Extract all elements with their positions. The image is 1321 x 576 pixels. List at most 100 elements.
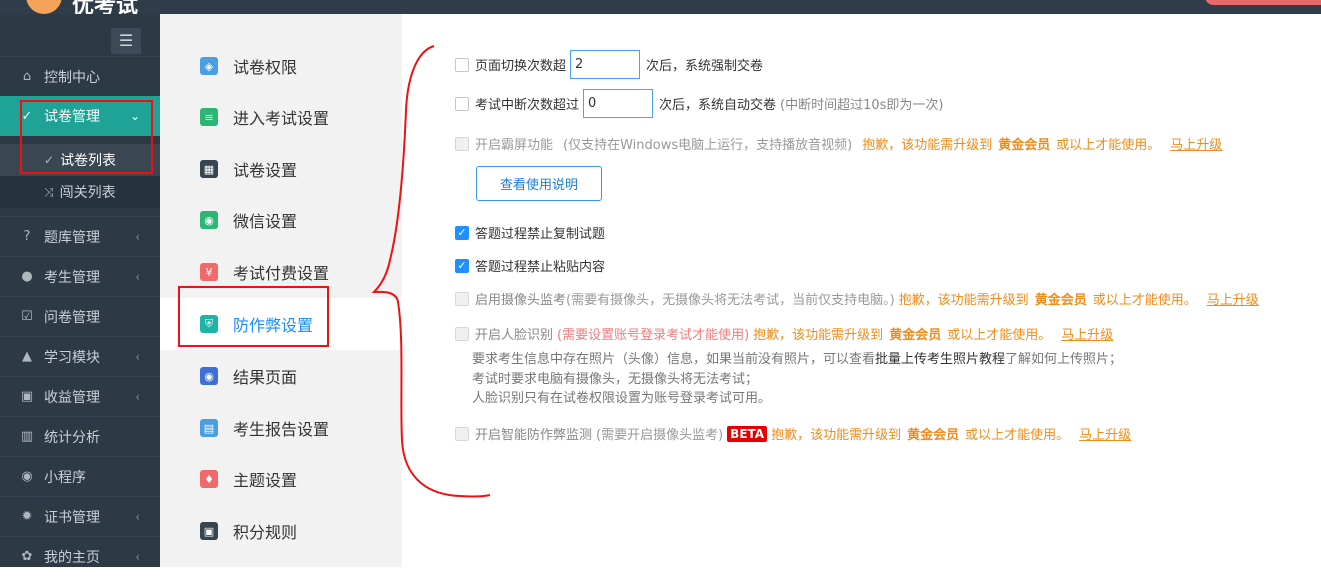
tab-label: 试卷权限 xyxy=(233,58,298,77)
sidebar-item-mini-program[interactable]: ◉ 小程序 xyxy=(0,456,160,496)
sidebar-item-label: 问卷管理 xyxy=(44,309,100,326)
upload-photo-tutorial-link[interactable]: 批量上传考生照片教程 xyxy=(875,352,1005,367)
upgrade-tier: 黄金会员 xyxy=(907,428,960,443)
face-recognition-row: 开启人脸识别 (需要设置账号登录考试才能使用) 抱歉，该功能需升级到 黄金会员 … xyxy=(455,324,1113,343)
beta-badge: BETA xyxy=(727,425,768,442)
home-icon: ⌂ xyxy=(22,69,32,84)
shuffle-icon: ⤨ xyxy=(44,184,54,199)
sidebar-item-revenue[interactable]: ▣ 收益管理 ‹ xyxy=(0,376,160,416)
tab-label: 进入考试设置 xyxy=(233,109,330,128)
sidebar-item-label: 收益管理 xyxy=(44,389,100,406)
chevron-left-icon: ‹ xyxy=(135,269,140,284)
fullscreen-note: (仅支持在Windows电脑上运行，支持播放音视频) xyxy=(563,138,853,153)
upgrade-sorry-text: 抱歉，该功能需升级到 xyxy=(771,428,902,443)
wechat-icon: ◉ xyxy=(21,469,33,484)
tab-label: 考试付费设置 xyxy=(233,264,330,283)
page-switch-suffix: 次后，系统强制交卷 xyxy=(646,59,764,74)
sidebar-item-label: 题库管理 xyxy=(44,229,100,246)
upgrade-link[interactable]: 马上升级 xyxy=(1207,289,1259,308)
face-note-text: 要求考生信息中存在照片（头像）信息，如果当前没有照片，可以查看 xyxy=(472,352,876,367)
checkbox-icon: ☑ xyxy=(21,309,33,324)
sidebar-item-learning[interactable]: ▲ 学习模块 ‹ xyxy=(0,336,160,376)
shirt-icon: ♦ xyxy=(200,470,218,488)
chevron-left-icon: ‹ xyxy=(135,349,140,364)
annotation-brace xyxy=(371,45,491,498)
upgrade-tail: 或以上才能使用。 xyxy=(1056,138,1161,153)
tab-label: 积分规则 xyxy=(233,523,298,542)
doc-icon: ≡ xyxy=(200,108,218,126)
face-recognition-note: (需要设置账号登录考试才能使用) xyxy=(557,328,750,343)
camera-row: 启用摄像头监考 (需要有摄像头，无摄像头将无法考试，当前仅支持电脑。) 抱歉，该… xyxy=(455,289,1259,308)
smart-detection-row: 开启智能防作弊监测 (需要开启摄像头监考) BETA 抱歉，该功能需升级到 黄金… xyxy=(455,424,1131,443)
upgrade-tier: 黄金会员 xyxy=(998,138,1051,153)
sidebar-item-label: 控制中心 xyxy=(44,69,100,86)
sidebar-item-my-home[interactable]: ✿ 我的主页 ‹ xyxy=(0,536,160,576)
sidebar-item-statistics[interactable]: ▥ 统计分析 xyxy=(0,416,160,456)
sidebar: ☰ ⌂ 控制中心 ✓ 试卷管理 ⌄ ✓ 试卷列表 ⤨ 闯关列表 ? 题库管理 ‹… xyxy=(0,14,160,567)
tab-label: 试卷设置 xyxy=(233,161,298,180)
money-icon: ▣ xyxy=(20,389,34,404)
chevron-left-icon: ‹ xyxy=(135,549,140,564)
upgrade-link[interactable]: 马上升级 xyxy=(1170,134,1222,153)
sidebar-subitem-label: 闯关列表 xyxy=(59,185,116,201)
sidebar-item-candidates[interactable]: ● 考生管理 ‹ xyxy=(0,256,160,296)
sidebar-item-dashboard[interactable]: ⌂ 控制中心 xyxy=(0,56,160,96)
annotation-box-sidebar xyxy=(20,100,153,174)
sidebar-item-survey[interactable]: ☑ 问卷管理 xyxy=(0,296,160,336)
face-note-line-1: 要求考生信息中存在照片（头像）信息，如果当前没有照片，可以查看批量上传考生照片教… xyxy=(472,348,1122,367)
top-bar: 优考试 xyxy=(0,0,1321,19)
sidebar-item-label: 统计分析 xyxy=(44,429,100,446)
tab-label: 结果页面 xyxy=(233,368,298,387)
menu-toggle-icon[interactable]: ☰ xyxy=(111,28,141,54)
tab-label: 考生报告设置 xyxy=(233,420,330,439)
upgrade-link[interactable]: 马上升级 xyxy=(1061,324,1113,343)
question-icon: ? xyxy=(23,229,31,244)
face-note-line-2: 考试时要求电脑有摄像头，无摄像头将无法考试； xyxy=(472,372,759,387)
upgrade-tail: 或以上才能使用。 xyxy=(1092,293,1197,308)
sidebar-item-label: 我的主页 xyxy=(44,549,100,566)
face-note-line-3: 人脸识别只有在试卷权限设置为账号登录考试可用。 xyxy=(472,391,772,406)
gear-icon: ✹ xyxy=(21,509,33,524)
fullscreen-row: 开启霸屏功能 (仅支持在Windows电脑上运行，支持播放音视频) 抱歉，该功能… xyxy=(455,134,1222,153)
tab-points-rules[interactable]: ▣ 积分规则 xyxy=(160,505,402,557)
smart-detection-note: (需要开启摄像头监考) xyxy=(596,428,724,443)
report-icon: ▤ xyxy=(200,419,218,437)
graduation-icon: ▲ xyxy=(22,349,32,364)
tab-label: 主题设置 xyxy=(233,471,298,490)
page-switch-row: 页面切换次数超 2 次后，系统强制交卷 xyxy=(455,50,763,79)
tab-label: 微信设置 xyxy=(233,212,298,231)
chevron-left-icon: ‹ xyxy=(135,509,140,524)
interrupt-note: (中断时间超过10s即为一次) xyxy=(780,98,944,113)
camera-note: (需要有摄像头，无摄像头将无法考试，当前仅支持电脑。) xyxy=(566,293,895,308)
sidebar-subitem-level-list[interactable]: ⤨ 闯关列表 xyxy=(0,176,160,208)
interrupt-row: 考试中断次数超过 0 次后，系统自动交卷 (中断时间超过10s即为一次) xyxy=(455,89,944,118)
sidebar-item-question-bank[interactable]: ? 题库管理 ‹ xyxy=(0,216,160,256)
sidebar-item-label: 考生管理 xyxy=(44,269,100,286)
wechat-icon: ◉ xyxy=(200,211,218,229)
top-right-button[interactable] xyxy=(1205,0,1321,5)
chevron-left-icon: ‹ xyxy=(135,389,140,404)
upgrade-tier: 黄金会员 xyxy=(889,328,942,343)
upgrade-tail: 或以上才能使用。 xyxy=(947,328,1052,343)
leaf-icon: ✿ xyxy=(21,549,33,564)
annotation-box-anti-cheat-tab xyxy=(178,286,329,347)
sidebar-item-label: 证书管理 xyxy=(44,509,100,526)
upgrade-link[interactable]: 马上升级 xyxy=(1079,424,1131,443)
grid-icon: ▦ xyxy=(200,160,218,178)
upgrade-tier: 黄金会员 xyxy=(1034,293,1087,308)
user-icon: ● xyxy=(21,269,33,284)
interrupt-suffix: 次后，系统自动交卷 xyxy=(659,98,777,113)
sidebar-item-certificates[interactable]: ✹ 证书管理 ‹ xyxy=(0,496,160,536)
logo-icon xyxy=(26,0,62,14)
shield-lock-icon: ◈ xyxy=(200,57,218,75)
chevron-left-icon: ‹ xyxy=(135,229,140,244)
upgrade-tail: 或以上才能使用。 xyxy=(965,428,1070,443)
sidebar-item-label: 小程序 xyxy=(44,469,86,486)
eye-icon: ◉ xyxy=(200,367,218,385)
yen-icon: ¥ xyxy=(200,263,218,281)
upgrade-sorry-text: 抱歉，该功能需升级到 xyxy=(862,138,993,153)
face-note-text: 了解如何上传照片； xyxy=(1005,352,1123,367)
page-switch-input[interactable]: 2 xyxy=(570,50,641,79)
interrupt-input[interactable]: 0 xyxy=(583,89,654,118)
upgrade-sorry-text: 抱歉，该功能需升级到 xyxy=(898,293,1029,308)
